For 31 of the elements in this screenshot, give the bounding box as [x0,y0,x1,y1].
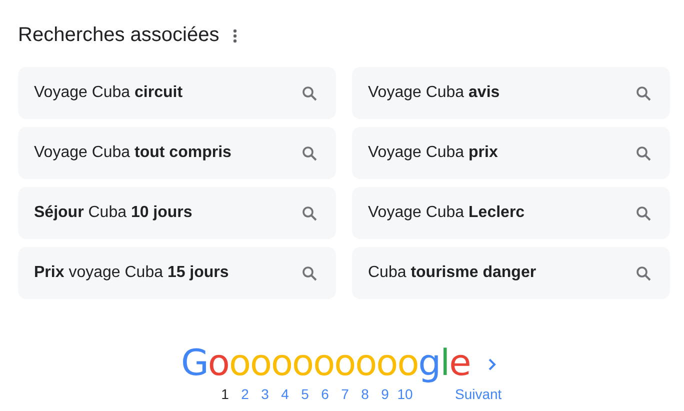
search-icon [302,206,317,220]
related-search-chip[interactable]: Séjour Cuba 10 jours [18,187,336,239]
search-icon [636,206,651,220]
page-link[interactable]: 9 [375,386,395,402]
related-search-chip[interactable]: Voyage Cuba circuit [18,67,336,119]
page-link[interactable]: 1 [215,386,235,402]
chevron-right-icon[interactable] [488,358,496,370]
page-link[interactable]: 8 [355,386,375,402]
page-link[interactable]: 2 [235,386,255,402]
more-options-icon[interactable] [233,28,238,42]
page-link[interactable]: 5 [295,386,315,402]
page-link[interactable]: 4 [275,386,295,402]
related-search-chip[interactable]: Cuba tourisme danger [352,247,670,299]
related-search-chip[interactable]: Voyage Cuba tout compris [18,127,336,179]
page-link[interactable]: 3 [255,386,275,402]
section-title: Recherches associées [18,24,220,46]
search-icon [302,266,317,280]
page-link[interactable]: 10 [395,386,415,402]
related-search-chip[interactable]: Voyage Cuba prix [352,127,670,179]
search-icon [636,266,651,280]
next-link[interactable]: Suivant [455,386,502,402]
related-search-chip[interactable]: Voyage Cuba Leclerc [352,187,670,239]
search-icon [302,86,317,100]
search-icon [636,146,651,160]
related-search-chip[interactable]: Prix voyage Cuba 15 jours [18,247,336,299]
search-icon [636,86,651,100]
page-link[interactable]: 6 [315,386,335,402]
page-link[interactable]: 7 [335,386,355,402]
search-icon [302,146,317,160]
pagination-logo: Goooooooooogle [181,346,470,382]
related-search-chip[interactable]: Voyage Cuba avis [352,67,670,119]
